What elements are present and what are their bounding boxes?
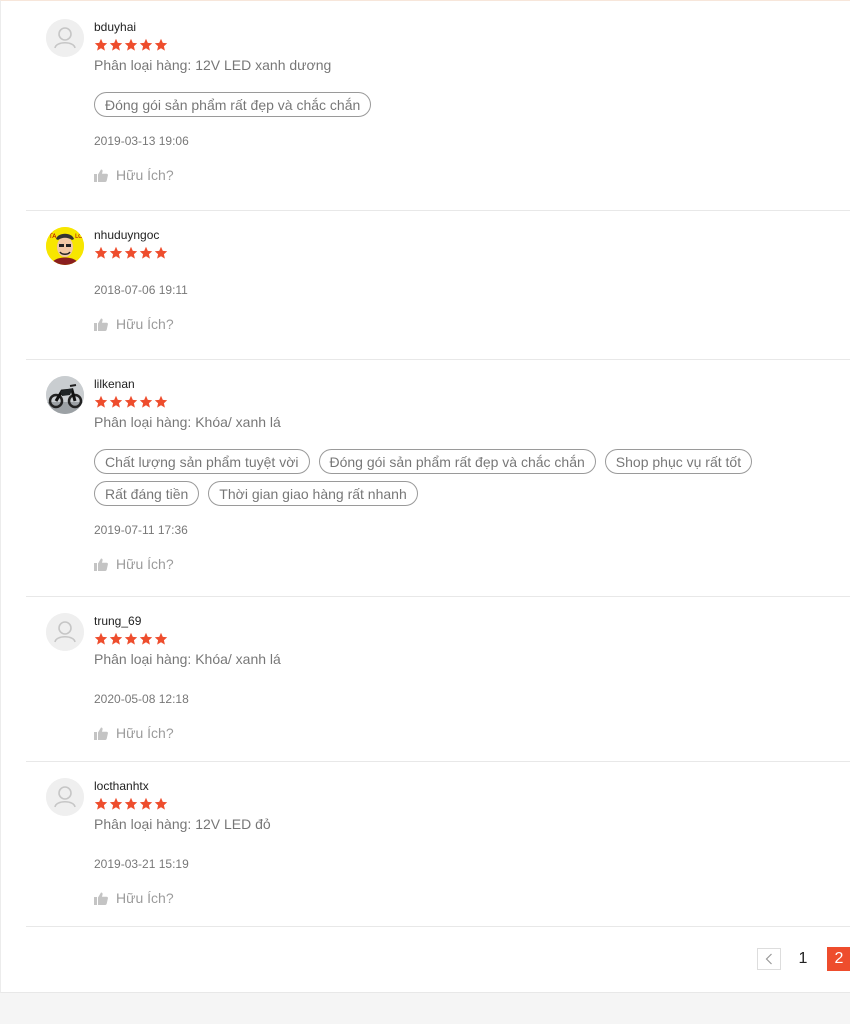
star-icon (124, 38, 138, 51)
helpful-button[interactable]: Hữu Ích? (94, 167, 850, 183)
cartoon-avatar-image[interactable]: TA LO (46, 227, 84, 265)
page-1-button[interactable]: 1 (791, 947, 815, 971)
reviewer-username[interactable]: trung_69 (94, 613, 850, 629)
review-tag: Chất lượng sản phẩm tuyệt vời (94, 449, 310, 474)
star-icon (94, 38, 108, 51)
helpful-label: Hữu Ích? (116, 556, 174, 572)
star-icon (139, 246, 153, 259)
helpful-button[interactable]: Hữu Ích? (94, 725, 850, 741)
reviews-card: bduyhai Phân loại hàng: 12V LED xanh dươ… (0, 0, 850, 993)
star-icon (154, 38, 168, 51)
helpful-button[interactable]: Hữu Ích? (94, 316, 850, 332)
review-item: trung_69 Phân loại hàng: Khóa/ xanh lá 2… (26, 597, 850, 762)
helpful-label: Hữu Ích? (116, 167, 174, 183)
review-date: 2019-03-13 19:06 (94, 134, 189, 148)
rating-stars (94, 797, 850, 811)
rating-stars (94, 632, 850, 646)
star-icon (94, 395, 108, 408)
star-icon (154, 395, 168, 408)
review-date: 2018-07-06 19:11 (94, 283, 188, 297)
star-icon (109, 38, 123, 51)
thumbs-up-icon (94, 727, 108, 740)
variation-text: Phân loại hàng: 12V LED đỏ (94, 816, 271, 832)
review-tag: Shop phục vụ rất tốt (604, 449, 753, 474)
thumbs-up-icon (94, 892, 108, 905)
star-icon (154, 246, 168, 259)
review-tag: Rất đáng tiền (94, 481, 200, 506)
default-avatar-icon[interactable] (46, 778, 84, 816)
star-icon (94, 246, 108, 259)
star-icon (109, 797, 123, 810)
helpful-button[interactable]: Hữu Ích? (94, 890, 850, 906)
review-date: 2019-07-11 17:36 (94, 523, 188, 537)
helpful-label: Hữu Ích? (116, 890, 174, 906)
variation-text: Phân loại hàng: Khóa/ xanh lá (94, 414, 281, 430)
star-icon (124, 246, 138, 259)
star-icon (109, 395, 123, 408)
review-item: lilkenan Phân loại hàng: Khóa/ xanh lá C… (26, 360, 850, 597)
variation-text: Phân loại hàng: Khóa/ xanh lá (94, 651, 281, 667)
review-tags: Chất lượng sản phẩm tuyệt vời Đóng gói s… (94, 449, 850, 506)
review-item: locthanhtx Phân loại hàng: 12V LED đỏ 20… (26, 762, 850, 927)
rating-stars (94, 38, 850, 52)
reviewer-username[interactable]: lilkenan (94, 376, 850, 392)
review-date: 2020-05-08 12:18 (94, 692, 189, 706)
star-icon (154, 797, 168, 810)
svg-text:TA: TA (48, 233, 57, 240)
star-icon (124, 632, 138, 645)
motorbike-avatar-image[interactable] (46, 376, 84, 414)
star-icon (94, 632, 108, 645)
thumbs-up-icon (94, 169, 108, 182)
page-2-button[interactable]: 2 (827, 947, 850, 971)
reviewer-username[interactable]: locthanhtx (94, 778, 850, 794)
review-item: TA LO nhuduyngoc 2018-07-06 19:11 Hữu Íc… (26, 211, 850, 360)
rating-stars (94, 395, 850, 409)
star-icon (124, 395, 138, 408)
chevron-left-icon (765, 953, 772, 965)
helpful-label: Hữu Ích? (116, 725, 174, 741)
review-tag: Thời gian giao hàng rất nhanh (208, 481, 418, 506)
review-list: bduyhai Phân loại hàng: 12V LED xanh dươ… (26, 3, 850, 927)
star-icon (124, 797, 138, 810)
star-icon (94, 797, 108, 810)
default-avatar-icon[interactable] (46, 19, 84, 57)
star-icon (109, 246, 123, 259)
review-tag: Đóng gói sản phẩm rất đẹp và chắc chắn (94, 92, 372, 117)
prev-page-button[interactable] (757, 948, 781, 970)
review-item: bduyhai Phân loại hàng: 12V LED xanh dươ… (26, 3, 850, 211)
thumbs-up-icon (94, 558, 108, 571)
pagination: 1 2 (1, 947, 850, 971)
star-icon (139, 632, 153, 645)
helpful-button[interactable]: Hữu Ích? (94, 556, 850, 572)
review-date: 2019-03-21 15:19 (94, 857, 189, 871)
default-avatar-icon[interactable] (46, 613, 84, 651)
thumbs-up-icon (94, 318, 108, 331)
star-icon (139, 797, 153, 810)
star-icon (139, 38, 153, 51)
star-icon (154, 632, 168, 645)
star-icon (139, 395, 153, 408)
reviewer-username[interactable]: bduyhai (94, 19, 850, 35)
reviewer-username[interactable]: nhuduyngoc (94, 227, 850, 243)
review-tag: Đóng gói sản phẩm rất đẹp và chắc chắn (318, 449, 596, 474)
rating-stars (94, 246, 850, 260)
star-icon (109, 632, 123, 645)
helpful-label: Hữu Ích? (116, 316, 174, 332)
variation-text: Phân loại hàng: 12V LED xanh dương (94, 57, 332, 73)
svg-text:LO: LO (75, 233, 83, 240)
review-tags: Đóng gói sản phẩm rất đẹp và chắc chắn (94, 92, 850, 117)
